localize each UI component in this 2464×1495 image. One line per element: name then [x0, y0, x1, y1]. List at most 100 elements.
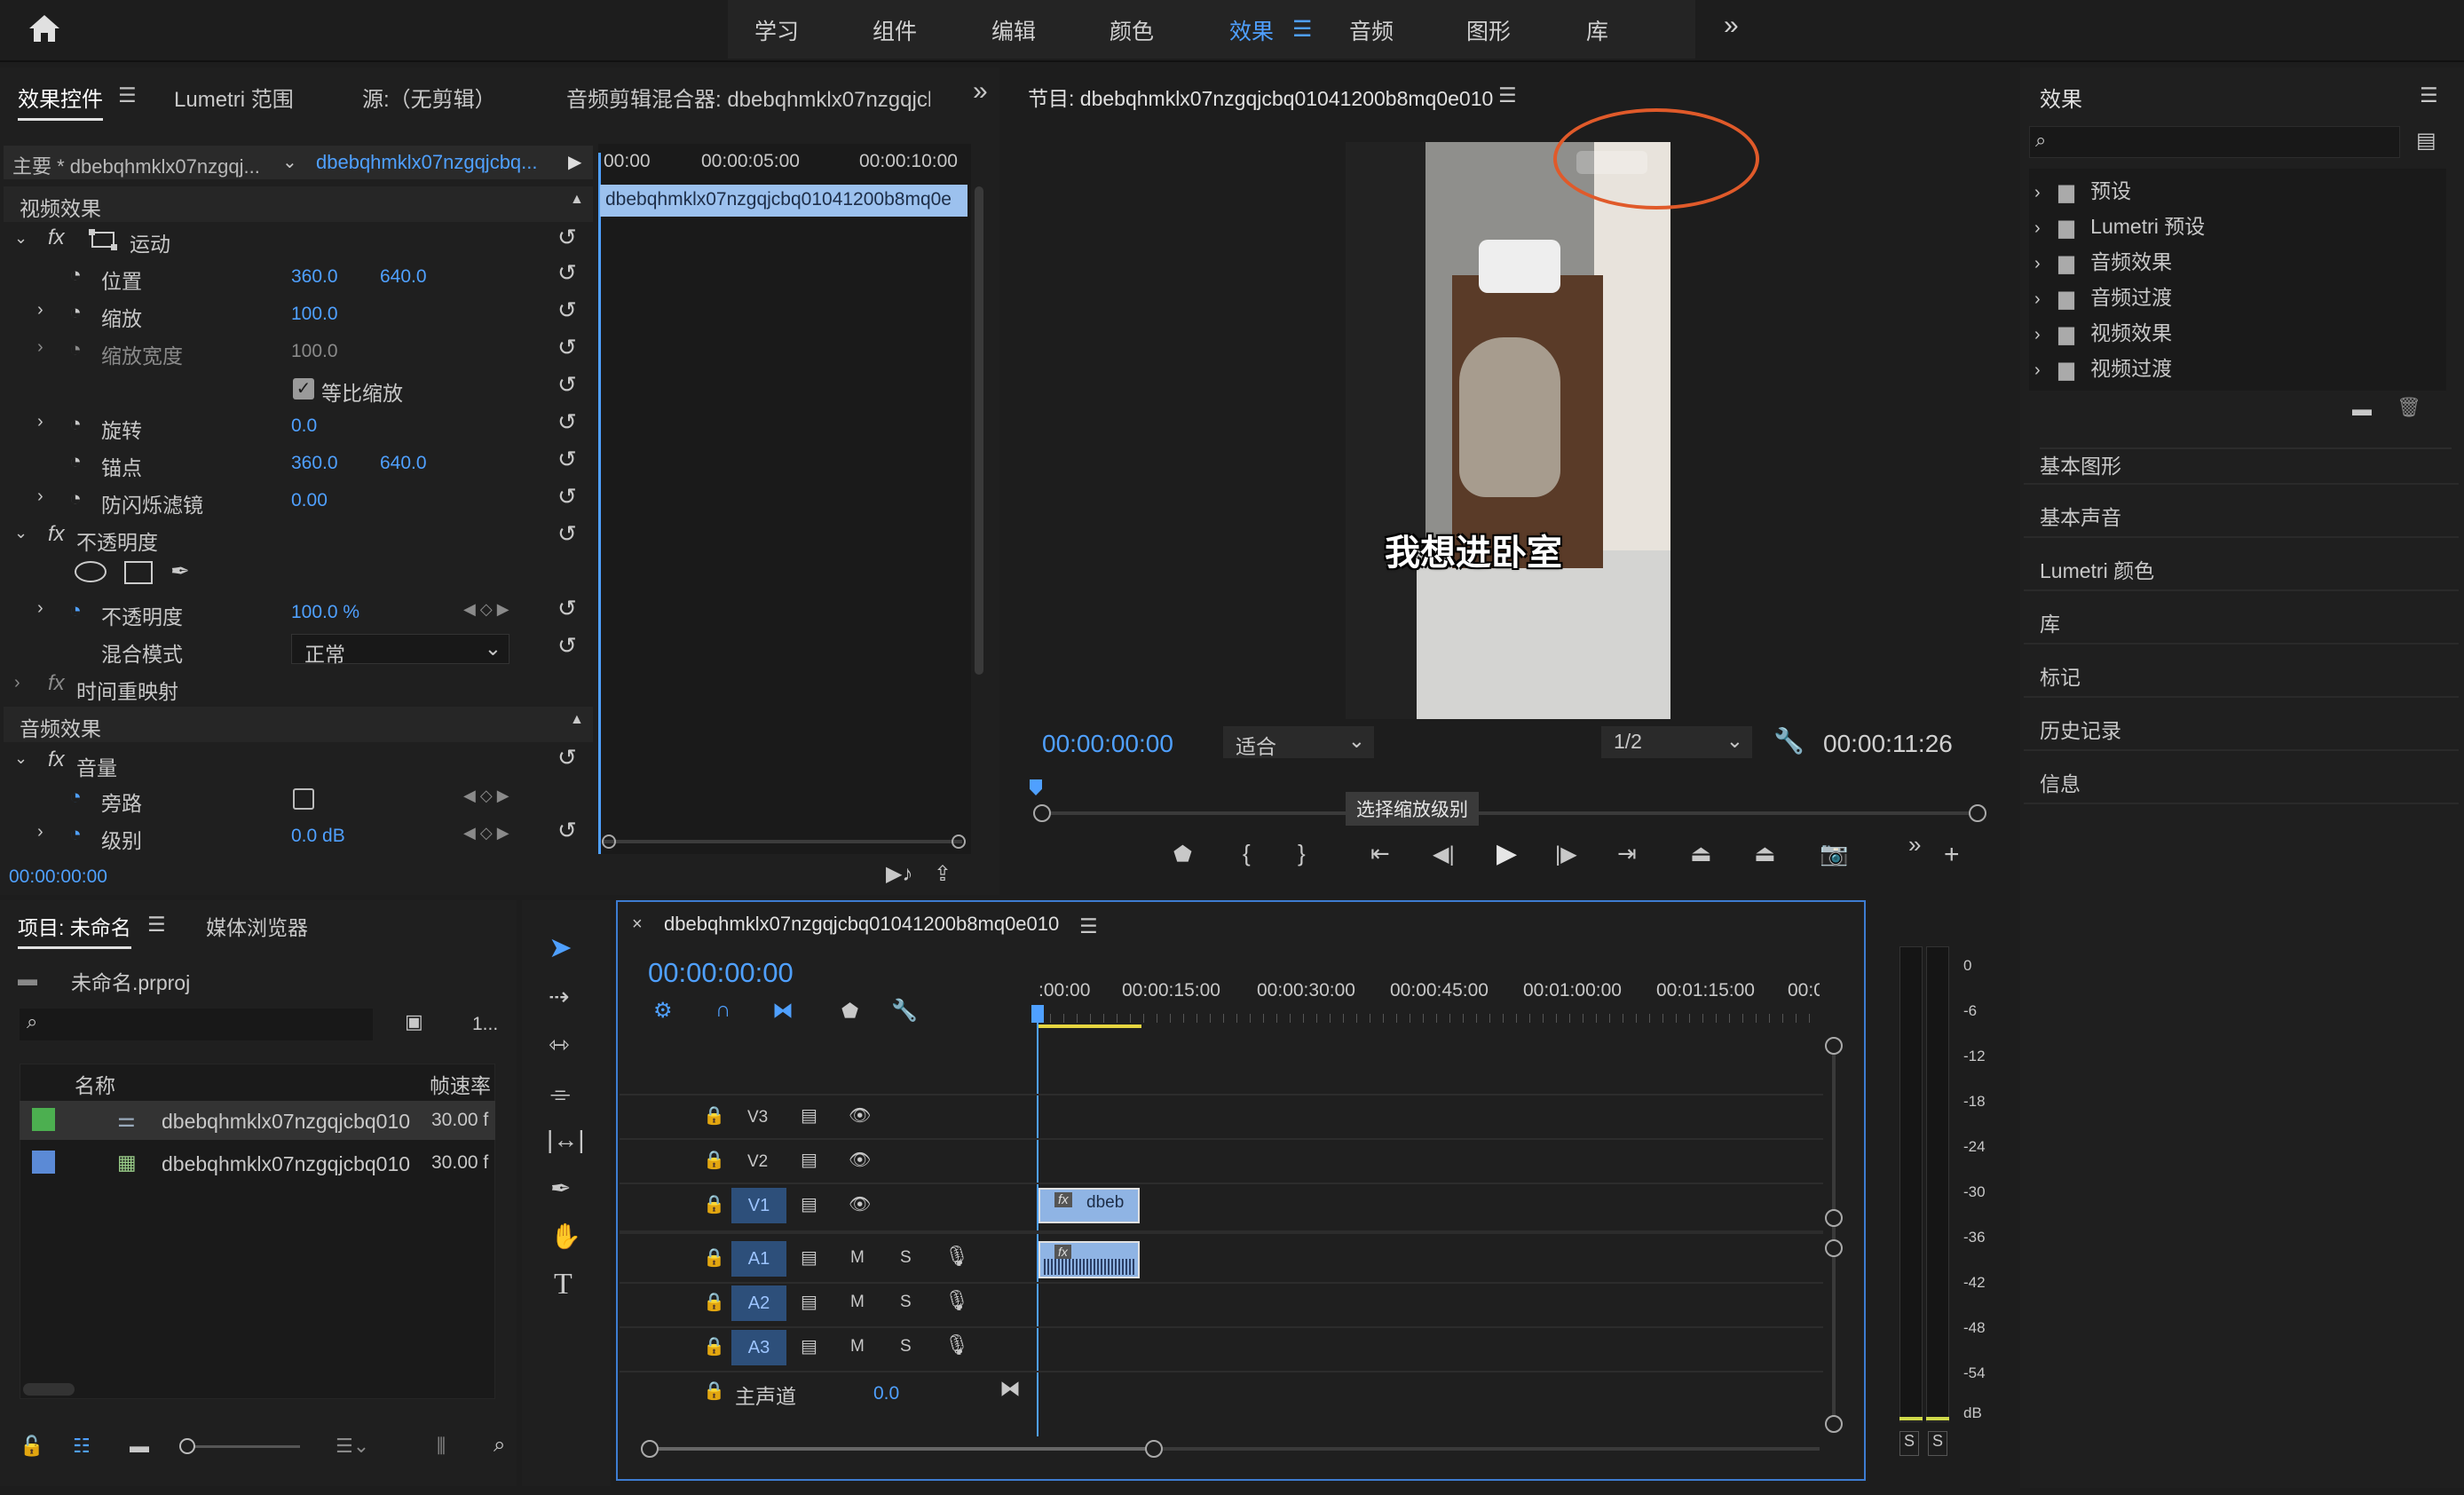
reset-icon[interactable]: ↺	[557, 334, 577, 361]
reset-icon[interactable]: ↺	[557, 520, 577, 548]
solo-left-button[interactable]: S	[1899, 1431, 1919, 1456]
program-timecode[interactable]: 00:00:00:00	[1042, 730, 1173, 758]
export-icon[interactable]: ⇪	[934, 861, 952, 887]
folder-presets[interactable]: › ▆ 预设	[2034, 174, 2131, 204]
track-label-v1[interactable]: V1	[731, 1188, 786, 1223]
ec-clip-bar[interactable]: dbebqhmklx07nzgqjcbq01041200b8mq0e	[600, 185, 967, 217]
fx-icon[interactable]: fx	[48, 522, 65, 547]
folder-audio-transitions[interactable]: › ▆ 音频过渡	[2034, 281, 2172, 311]
tab-media-browser[interactable]: 媒体浏览器	[206, 911, 308, 941]
keyframe-nav-icon[interactable]: ◀ ◇ ▶	[463, 600, 509, 619]
reset-icon[interactable]: ↺	[557, 259, 577, 287]
tab-effect-controls[interactable]: 效果控件	[18, 82, 103, 121]
go-to-end-icon[interactable]: ⧓	[999, 1376, 1021, 1402]
section-info[interactable]: 信息	[2040, 767, 2081, 797]
motion-expand-icon[interactable]: ⌄	[14, 229, 28, 248]
ec-zoom-handle-right[interactable]	[952, 835, 966, 849]
wrench-icon[interactable]: 🔧	[891, 998, 918, 1024]
track-label-v2[interactable]: V2	[747, 1152, 768, 1172]
project-search-input[interactable]: ⌕	[20, 1009, 373, 1040]
automate-icon[interactable]: ⫼	[437, 1435, 446, 1458]
work-area-bar[interactable]	[1039, 1024, 1141, 1028]
ec-scrollbar[interactable]	[975, 186, 983, 675]
workspace-tab-color[interactable]: 颜色	[1110, 14, 1154, 46]
ec-zoom-bar[interactable]	[604, 840, 962, 843]
expand-icon[interactable]: ›	[37, 300, 43, 320]
add-marker-icon[interactable]: ⬟	[841, 1000, 858, 1023]
ec-zoom-handle-left[interactable]	[602, 835, 616, 849]
zoom-slider-handle[interactable]	[179, 1438, 195, 1454]
add-button-icon[interactable]: +	[1944, 840, 1960, 870]
position-x[interactable]: 360.0	[291, 266, 338, 288]
workspace-tab-effects[interactable]: 效果	[1229, 14, 1274, 46]
microphone-icon[interactable]: 🎙	[944, 1289, 969, 1312]
tab-project[interactable]: 项目: 未命名	[18, 911, 131, 949]
sort-icon[interactable]: ☰⌄	[336, 1435, 369, 1458]
panel-menu-icon[interactable]: ☰	[2420, 83, 2438, 107]
reset-icon[interactable]: ↺	[557, 446, 577, 473]
timeline-playhead-head[interactable]	[1031, 1005, 1044, 1023]
track-label-a1[interactable]: A1	[731, 1241, 786, 1277]
tab-audio-clip-mixer[interactable]: 音频剪辑混合器: dbebqhmklx07nzgqjcbc	[566, 82, 930, 113]
anchor-x[interactable]: 360.0	[291, 453, 338, 474]
expand-icon[interactable]: ›	[37, 486, 43, 507]
sync-lock-icon[interactable]: ▤	[801, 1291, 817, 1313]
fx-icon[interactable]: fx	[48, 748, 65, 772]
eye-icon[interactable]: 👁	[849, 1104, 871, 1127]
mute-button[interactable]: M	[850, 1293, 865, 1312]
razor-tool-icon[interactable]: ⌯	[550, 1080, 570, 1109]
icon-view-icon[interactable]: ▬	[130, 1435, 149, 1458]
stopwatch-icon[interactable]: ◔	[69, 822, 82, 846]
lock-icon[interactable]: 🔒	[703, 1335, 725, 1357]
solo-button[interactable]: S	[900, 1293, 912, 1312]
anti-flicker-value[interactable]: 0.00	[291, 490, 328, 511]
section-markers[interactable]: 标记	[2040, 660, 2081, 691]
sync-lock-icon[interactable]: ▤	[801, 1149, 817, 1171]
stopwatch-icon[interactable]: ◔	[69, 300, 82, 324]
scrub-handle-right[interactable]	[1969, 804, 1986, 822]
workspace-tab-graphics[interactable]: 图形	[1466, 14, 1511, 46]
step-back-icon[interactable]: ◀|	[1433, 842, 1455, 867]
reset-icon[interactable]: ↺	[557, 371, 577, 399]
collapse-up-icon[interactable]: ▲	[570, 712, 584, 728]
blend-mode-select[interactable]: 正常 ⌄	[291, 634, 509, 666]
section-history[interactable]: 历史记录	[2040, 714, 2121, 744]
fit-select[interactable]: 适合 ⌄	[1223, 726, 1374, 758]
ripple-edit-tool-icon[interactable]: ⇿	[549, 1030, 569, 1059]
close-icon[interactable]: ×	[632, 914, 643, 935]
keyframe-nav-icon[interactable]: ◀ ◇ ▶	[463, 787, 509, 805]
reset-icon[interactable]: ↺	[557, 744, 577, 771]
step-forward-icon[interactable]: |▶	[1555, 842, 1577, 867]
wrench-icon[interactable]: 🔧	[1773, 726, 1805, 755]
type-tool-icon[interactable]: T	[554, 1268, 573, 1301]
export-frame-icon[interactable]: 📷	[1820, 840, 1848, 867]
go-to-out-icon[interactable]: ⇥	[1617, 840, 1637, 867]
folder-video-transitions[interactable]: › ▆ 视频过渡	[2034, 352, 2172, 382]
go-to-in-icon[interactable]: ⇤	[1370, 840, 1390, 867]
track-label-a2[interactable]: A2	[731, 1285, 786, 1321]
search-icon[interactable]: ⌕	[494, 1433, 505, 1458]
section-essential-graphics[interactable]: 基本图形	[2040, 447, 2452, 479]
reset-icon[interactable]: ↺	[557, 483, 577, 510]
anchor-y[interactable]: 640.0	[380, 453, 427, 474]
panel-menu-icon[interactable]: ☰	[147, 913, 166, 937]
nest-toggle-icon[interactable]: ⚙	[653, 998, 673, 1024]
section-essential-sound[interactable]: 基本声音	[2040, 501, 2121, 531]
eye-icon[interactable]: 👁	[849, 1149, 871, 1171]
reset-icon[interactable]: ↺	[557, 595, 577, 622]
panel-menu-icon[interactable]: ☰	[118, 83, 137, 107]
scroll-handle[interactable]	[1825, 1239, 1843, 1257]
keyframe-nav-icon[interactable]: ◀ ◇ ▶	[463, 824, 509, 842]
opacity-value[interactable]: 100.0 %	[291, 602, 359, 623]
track-label-v3[interactable]: V3	[747, 1108, 768, 1127]
lock-icon[interactable]: 🔓	[20, 1435, 43, 1458]
scroll-handle[interactable]	[1145, 1440, 1163, 1458]
workspace-menu-icon[interactable]: ☰	[1292, 16, 1312, 43]
resolution-select[interactable]: 1/2 ⌄	[1601, 726, 1752, 758]
ec-timecode[interactable]: 00:00:00:00	[9, 866, 107, 888]
ec-playhead[interactable]	[598, 153, 601, 854]
pen-mask-icon[interactable]: ✒	[170, 558, 190, 585]
scroll-handle[interactable]	[1825, 1415, 1843, 1433]
play-audio-icon[interactable]: ▶♪	[886, 861, 912, 887]
stopwatch-icon[interactable]: ◔	[69, 263, 82, 287]
